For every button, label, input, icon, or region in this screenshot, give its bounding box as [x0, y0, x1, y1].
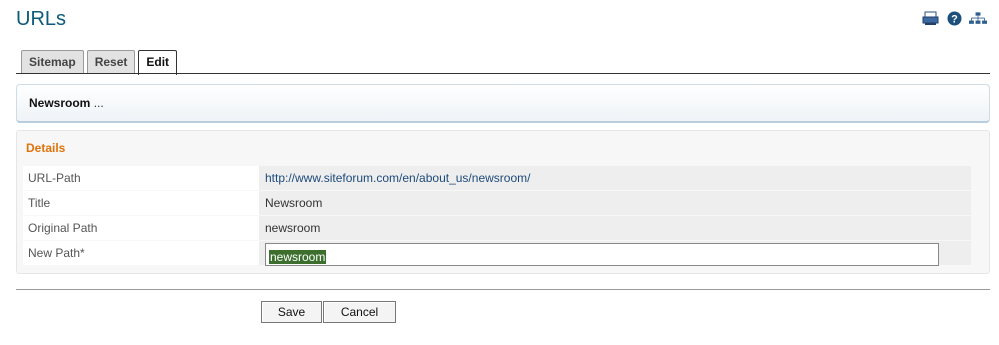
original-path-label: Original Path [23, 216, 259, 240]
detail-row-title: Title Newsroom [23, 191, 971, 215]
tab-sitemap[interactable]: Sitemap [21, 50, 84, 74]
title-label: Title [23, 191, 259, 215]
breadcrumb: Newsroom ... [16, 84, 990, 123]
new-path-cell: newsroom [259, 241, 971, 266]
help-icon[interactable]: ? [945, 10, 963, 26]
svg-text:?: ? [951, 13, 958, 25]
tab-bar: Sitemap Reset Edit [21, 50, 178, 75]
detail-row-url-path: URL-Path http://www.siteforum.com/en/abo… [23, 166, 971, 190]
form-divider [16, 289, 990, 290]
original-path-value: newsroom [259, 216, 971, 240]
detail-row-new-path: New Path* newsroom [23, 241, 971, 266]
toolbar-icons: ? [921, 10, 987, 26]
details-panel: Details URL-Path http://www.siteforum.co… [16, 130, 990, 274]
tab-reset[interactable]: Reset [86, 50, 136, 74]
url-path-value: http://www.siteforum.com/en/about_us/new… [259, 166, 971, 190]
title-value: Newsroom [259, 191, 971, 215]
page-title: URLs [16, 8, 67, 30]
new-path-selected-text: newsroom [269, 250, 327, 264]
new-path-input[interactable]: newsroom [265, 243, 939, 266]
save-button[interactable]: Save [261, 301, 322, 323]
print-icon[interactable] [921, 10, 939, 26]
details-title: Details [26, 141, 66, 155]
detail-row-original-path: Original Path newsroom [23, 216, 971, 240]
url-path-label: URL-Path [23, 166, 259, 190]
breadcrumb-suffix: ... [90, 96, 104, 110]
sitemap-icon[interactable] [969, 10, 987, 26]
tab-edit[interactable]: Edit [138, 50, 178, 75]
new-path-label: New Path* [23, 241, 259, 265]
cancel-button[interactable]: Cancel [323, 301, 396, 323]
breadcrumb-label: Newsroom [29, 96, 91, 110]
tab-divider [16, 73, 990, 74]
